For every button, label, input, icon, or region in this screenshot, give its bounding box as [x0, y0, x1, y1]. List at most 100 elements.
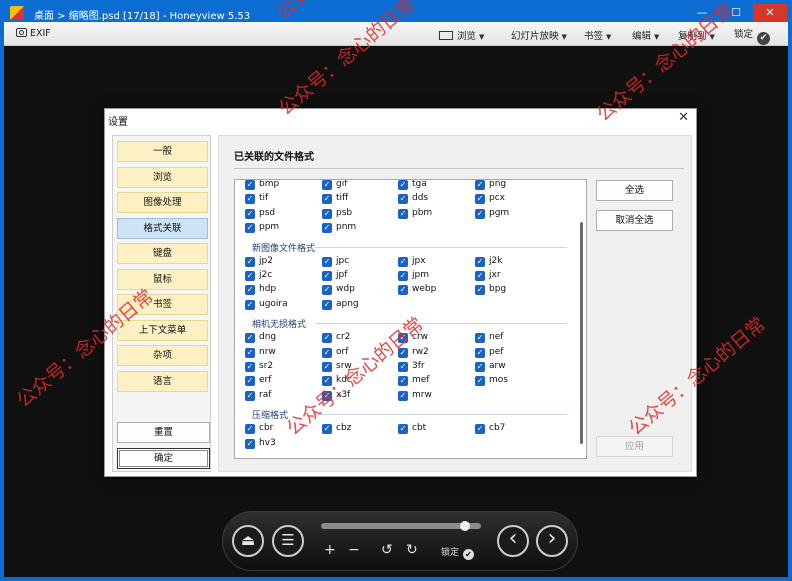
format-checkbox[interactable]: ✓ 3fr — [398, 361, 425, 372]
nav-item[interactable]: 杂项 — [117, 345, 208, 366]
menu-button[interactable]: ☰ — [272, 525, 304, 557]
nav-item[interactable]: 鼠标 — [117, 268, 208, 290]
format-checkbox[interactable]: ✓ ugoira — [245, 299, 288, 310]
format-checkbox[interactable]: ✓ gif — [322, 180, 347, 190]
format-checkbox[interactable]: ✓ dds — [398, 193, 428, 205]
zoom-out-icon[interactable]: − — [348, 542, 360, 558]
nav-item[interactable]: 键盘 — [117, 243, 208, 264]
title-bar[interactable]: 桌面 > 缩略图.psd [17/18] - Honeyview 5.53 — … — [4, 4, 788, 22]
format-checkbox[interactable]: ✓ arw — [475, 361, 506, 372]
format-checkbox[interactable]: ✓ apng — [322, 299, 359, 310]
format-checkbox[interactable]: ✓ mrw — [398, 390, 432, 401]
format-checkbox[interactable]: ✓ jpc — [322, 256, 349, 267]
zoom-in-icon[interactable]: + — [324, 542, 336, 558]
format-checkbox[interactable]: ✓ wdp — [322, 284, 355, 296]
format-checkbox[interactable]: ✓ jxr — [475, 270, 501, 281]
format-checkbox[interactable]: ✓ hv3 — [245, 438, 276, 449]
format-checkbox[interactable]: ✓ hdp — [245, 284, 276, 296]
checkbox-checked-icon: ✓ — [245, 333, 255, 344]
dialog-close-icon[interactable]: ✕ — [678, 110, 689, 125]
previous-button[interactable]: ‹ — [497, 525, 529, 557]
format-checkbox[interactable]: ✓ mef — [398, 375, 429, 387]
nav-item[interactable]: 浏览 — [117, 166, 208, 188]
next-button[interactable]: › — [536, 525, 568, 557]
format-checkbox[interactable]: ✓ srw — [322, 361, 352, 372]
format-checkbox[interactable]: ✓ cbr — [245, 423, 273, 435]
format-checkbox[interactable]: ✓ cr2 — [322, 332, 350, 344]
format-checkbox[interactable]: ✓ bmp — [245, 180, 279, 190]
deselect-all-button[interactable]: 取消全选 — [596, 210, 673, 231]
format-checkbox[interactable]: ✓ jpf — [322, 270, 347, 281]
format-checkbox[interactable]: ✓ kdc — [322, 375, 352, 387]
format-checkbox[interactable]: ✓ mos — [475, 375, 508, 387]
maximize-button[interactable]: ☐ — [719, 4, 753, 22]
lock-toggle-bottom[interactable]: 锁定 ✔ — [441, 545, 475, 560]
format-checkbox[interactable]: ✓ j2c — [245, 270, 272, 281]
nav-item[interactable]: 书签 — [117, 294, 208, 315]
slider-thumb[interactable] — [460, 521, 470, 531]
minimize-button[interactable]: — — [685, 4, 719, 22]
format-label: wdp — [336, 284, 355, 295]
format-checkbox[interactable]: ✓ orf — [322, 347, 348, 358]
reset-button[interactable]: 重置 — [117, 422, 210, 443]
nav-item[interactable]: 图像处理 — [117, 192, 208, 213]
nav-item[interactable]: 语言 — [117, 370, 208, 392]
lock-toggle[interactable]: 锁定 ✔ — [734, 26, 771, 45]
close-button[interactable]: ✕ — [753, 4, 787, 22]
format-checkbox[interactable]: ✓ j2k — [475, 256, 502, 267]
exif-button[interactable]: EXIF — [16, 28, 51, 39]
format-checkbox[interactable]: ✓ tif — [245, 193, 268, 205]
format-label: srw — [336, 361, 352, 371]
format-checkbox[interactable]: ✓ nrw — [245, 347, 276, 358]
format-checkbox[interactable]: ✓ erf — [245, 375, 271, 387]
ok-button[interactable]: 确定 — [117, 448, 210, 469]
format-label: dng — [259, 332, 277, 343]
rotate-left-icon[interactable]: ↺ — [381, 542, 393, 558]
nav-item[interactable]: 一般 — [117, 141, 208, 162]
eject-button[interactable]: ⏏ — [232, 525, 264, 557]
format-checkbox[interactable]: ✓ cb7 — [475, 423, 505, 435]
format-list[interactable]: ✓ bmp ✓ gif ✓ tga ✓ png ✓ tif ✓ tiff ✓ dds ✓ pcx ✓ psd ✓ ps… — [234, 179, 587, 459]
format-checkbox[interactable]: ✓ dng — [245, 332, 277, 344]
format-checkbox[interactable]: ✓ crw — [398, 332, 428, 344]
scrollbar[interactable] — [580, 222, 583, 444]
checkbox-checked-icon: ✓ — [475, 256, 485, 267]
format-label: psd — [259, 207, 276, 218]
format-checkbox[interactable]: ✓ ppm — [245, 222, 279, 234]
format-checkbox[interactable]: ✓ pgm — [475, 208, 509, 219]
nav-item[interactable]: 上下文菜单 — [117, 319, 208, 341]
format-checkbox[interactable]: ✓ tga — [398, 180, 427, 190]
format-checkbox[interactable]: ✓ bpg — [475, 284, 506, 296]
format-checkbox[interactable]: ✓ x3f — [322, 390, 350, 401]
slideshow-menu[interactable]: 幻灯片放映 ▼ — [511, 28, 567, 42]
checkbox-checked-icon: ✓ — [245, 299, 255, 310]
edit-menu[interactable]: 编辑 ▼ — [632, 28, 659, 42]
format-checkbox[interactable]: ✓ pef — [475, 347, 503, 358]
apply-button[interactable]: 应用 — [596, 436, 673, 457]
format-checkbox[interactable]: ✓ rw2 — [398, 347, 429, 358]
nav-item[interactable]: 格式关联 — [117, 217, 208, 239]
format-checkbox[interactable]: ✓ psb — [322, 208, 352, 219]
format-checkbox[interactable]: ✓ tiff — [322, 193, 348, 205]
format-checkbox[interactable]: ✓ pbm — [398, 208, 432, 219]
copy-to-menu[interactable]: 复制到 ▼ — [678, 28, 715, 42]
bookmark-menu[interactable]: 书签 ▼ — [584, 28, 611, 42]
format-checkbox[interactable]: ✓ raf — [245, 390, 271, 401]
format-checkbox[interactable]: ✓ jpm — [398, 270, 429, 281]
format-checkbox[interactable]: ✓ jp2 — [245, 256, 273, 267]
format-checkbox[interactable]: ✓ png — [475, 180, 506, 190]
rotate-right-icon[interactable]: ↻ — [406, 542, 418, 558]
format-checkbox[interactable]: ✓ pcx — [475, 193, 505, 205]
format-checkbox[interactable]: ✓ psd — [245, 208, 275, 219]
format-checkbox[interactable]: ✓ nef — [475, 332, 503, 344]
format-checkbox[interactable]: ✓ webp — [398, 284, 436, 296]
select-all-button[interactable]: 全选 — [596, 180, 673, 201]
format-checkbox[interactable]: ✓ cbt — [398, 423, 426, 435]
format-checkbox[interactable]: ✓ jpx — [398, 256, 426, 267]
browse-menu[interactable]: 浏览 ▼ — [439, 28, 484, 42]
format-checkbox[interactable]: ✓ pnm — [322, 222, 356, 234]
format-checkbox[interactable]: ✓ sr2 — [245, 361, 273, 372]
position-slider[interactable] — [321, 523, 481, 529]
format-checkbox[interactable]: ✓ cbz — [322, 423, 351, 435]
toolbar: EXIF 浏览 ▼ 幻灯片放映 ▼ 书签 ▼ 编辑 ▼ 复制到 ▼ 锁定 ✔ — [4, 22, 788, 46]
